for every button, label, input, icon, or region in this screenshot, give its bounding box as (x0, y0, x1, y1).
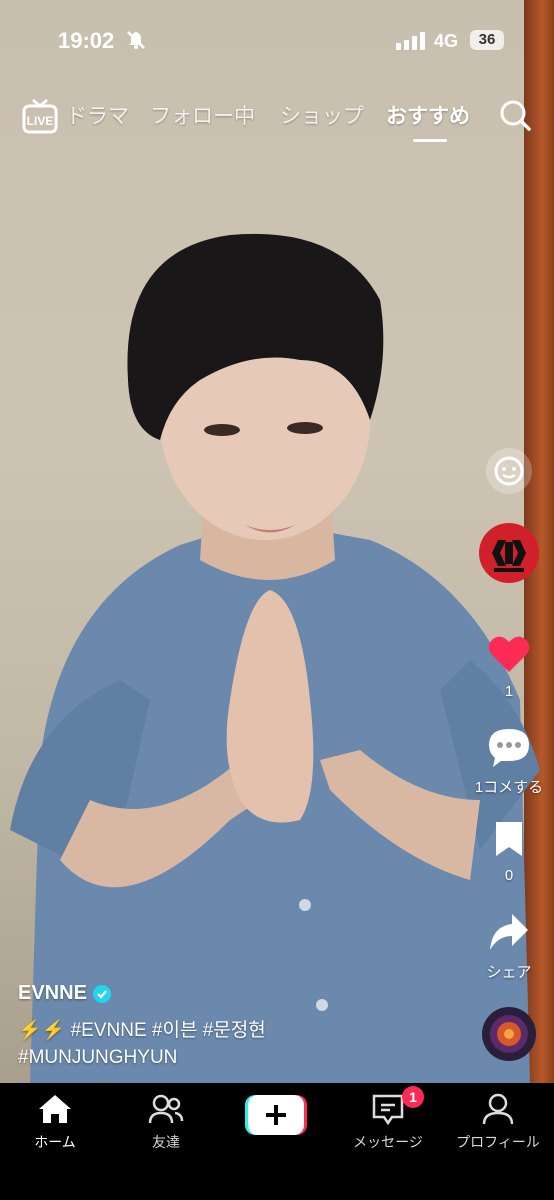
status-time: 19:02 (58, 28, 115, 53)
nav-friends-label: 友達 (152, 1134, 180, 1150)
caption-line-2: #MUNJUNGHYUN (18, 1047, 178, 1068)
caption-text[interactable]: ⚡⚡ #EVNNE #이븐 #문정현 #MUNJUNGHYUN (18, 1017, 478, 1071)
svg-text:LIVE: LIVE (27, 114, 54, 128)
share-label: シェア (486, 964, 532, 981)
nav-messages[interactable]: メッセージ (333, 1093, 443, 1152)
bookmark-count: 0 (504, 867, 514, 884)
side-action-rail: 1 1コメする 0 シェア (464, 0, 554, 1083)
sticker-smile-icon (486, 448, 532, 494)
like-count: 1 (504, 683, 514, 700)
nav-home-label: ホーム (34, 1134, 76, 1150)
nav-profile[interactable]: プロフィール (443, 1093, 553, 1152)
music-disc-icon (482, 1007, 536, 1061)
comment-label: 1コメする (474, 779, 544, 796)
tab-for-you[interactable]: おすすめ (386, 100, 470, 130)
heart-icon (488, 636, 530, 672)
share-button[interactable]: シェア (464, 912, 554, 982)
active-tab-indicator (413, 139, 447, 142)
sticker-button[interactable] (464, 446, 554, 501)
avatar (479, 523, 539, 583)
author-row[interactable]: EVNNE (18, 982, 478, 1005)
verified-badge-icon (92, 984, 111, 1003)
tab-shop[interactable]: ショップ (280, 100, 364, 130)
caption-line-1: ⚡⚡ #EVNNE #이븐 #문정현 (18, 1020, 266, 1041)
mute-bell-icon (127, 31, 145, 49)
bookmark-icon (496, 822, 522, 856)
signal-bars-icon (396, 32, 425, 50)
message-badge: 1 (402, 1086, 424, 1108)
message-icon (372, 1094, 404, 1126)
share-arrow-icon (490, 914, 528, 950)
bookmark-button[interactable]: 0 (464, 820, 554, 884)
comment-icon (489, 729, 529, 767)
friends-icon (148, 1094, 184, 1124)
bottom-nav: ホーム 友達 メッセージ プロフィール (0, 1083, 554, 1200)
like-button[interactable]: 1 (464, 634, 554, 700)
author-name[interactable]: EVNNE (18, 982, 87, 1005)
nav-home[interactable]: ホーム (0, 1093, 110, 1152)
tab-drama[interactable]: ドラマ (66, 100, 129, 130)
tab-following[interactable]: フォロー中 (150, 100, 255, 130)
profile-icon (482, 1093, 514, 1125)
author-avatar[interactable] (464, 522, 554, 589)
home-icon (39, 1095, 71, 1123)
create-plus-icon[interactable] (245, 1095, 307, 1135)
network-type: 4G (434, 31, 459, 51)
nav-profile-label: プロフィール (456, 1134, 540, 1150)
live-icon[interactable]: LIVE (22, 98, 58, 134)
video-caption: EVNNE ⚡⚡ #EVNNE #이븐 #문정현 #MUNJUNGHYUN (18, 982, 478, 1071)
comment-button[interactable]: 1コメする (464, 727, 554, 797)
nav-messages-label: メッセージ (353, 1134, 423, 1150)
nav-friends[interactable]: 友達 (111, 1093, 221, 1152)
